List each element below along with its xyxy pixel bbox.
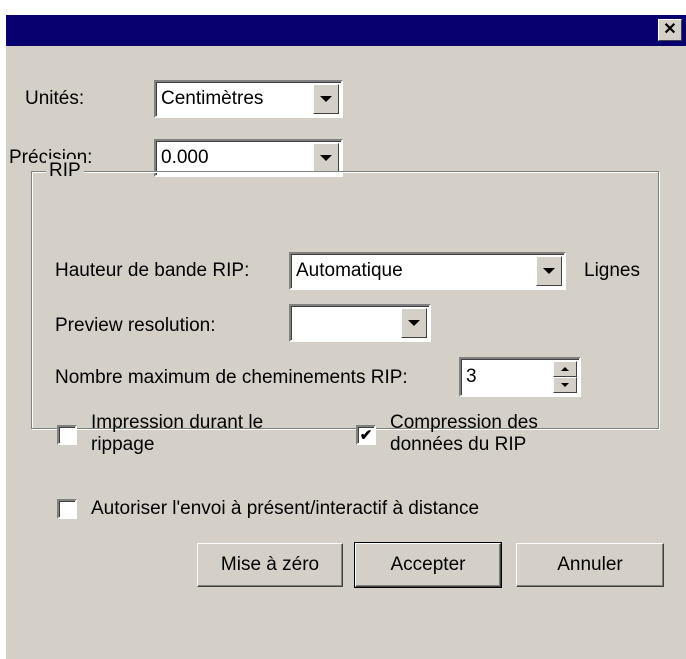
close-button[interactable]: ✕ (658, 19, 682, 41)
precision-dropdown-button[interactable] (313, 143, 339, 173)
chevron-down-icon (320, 96, 332, 102)
chevron-down-icon (543, 268, 555, 274)
preview-resolution-select[interactable] (289, 304, 431, 342)
accept-button[interactable]: Accepter (354, 542, 502, 588)
check-icon: ✔ (359, 426, 373, 444)
units-value: Centimètres (161, 88, 264, 109)
spin-up-button[interactable] (553, 361, 577, 377)
arrow-down-icon (561, 383, 569, 387)
spin-down-button[interactable] (553, 377, 577, 393)
max-paths-value[interactable]: 3 (466, 363, 477, 391)
allow-remote-checkbox[interactable] (57, 499, 77, 519)
units-select[interactable]: Centimètres (154, 80, 343, 118)
band-height-value: Automatique (296, 260, 403, 281)
preview-resolution-label: Preview resolution: (55, 315, 216, 336)
band-height-select[interactable]: Automatique (289, 252, 566, 290)
arrow-up-icon (561, 367, 569, 371)
dialog-window: ✕ Unités: Centimètres Précision: 0.000 R… (0, 0, 686, 659)
allow-remote-label: Autoriser l'envoi à présent/interactif à… (91, 498, 480, 519)
preview-resolution-dropdown-button[interactable] (401, 308, 427, 338)
close-icon: ✕ (663, 21, 677, 38)
print-during-rip-label-2: rippage (91, 434, 155, 455)
max-paths-spinner[interactable]: 3 (459, 357, 581, 397)
compress-rip-data-checkbox[interactable]: ✔ (356, 425, 376, 445)
band-height-unit: Lignes (584, 260, 640, 281)
print-during-rip-checkbox[interactable] (57, 425, 77, 445)
units-dropdown-button[interactable] (313, 84, 339, 114)
cancel-button[interactable]: Annuler (516, 543, 664, 587)
band-height-dropdown-button[interactable] (536, 256, 562, 286)
reset-button[interactable]: Mise à zéro (197, 543, 343, 587)
compress-rip-data-label-2: données du RIP (390, 434, 527, 455)
max-paths-label: Nombre maximum de cheminements RIP: (55, 367, 408, 388)
title-bar[interactable]: ✕ (6, 15, 686, 46)
band-height-label: Hauteur de bande RIP: (55, 260, 250, 281)
rip-group-title: RIP (46, 159, 84, 183)
compress-rip-data-label-1: Compression des (390, 412, 538, 433)
chevron-down-icon (408, 320, 420, 326)
print-during-rip-label-1: Impression durant le (91, 412, 264, 433)
precision-value: 0.000 (161, 147, 209, 168)
chevron-down-icon (320, 155, 332, 161)
units-label: Unités: (25, 88, 85, 109)
